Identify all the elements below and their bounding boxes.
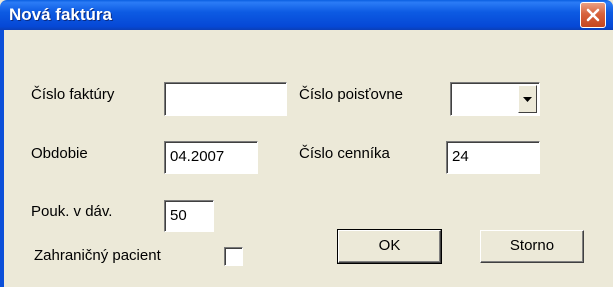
invoice-number-field[interactable]	[164, 82, 287, 116]
insurer-number-label: Číslo poisťovne	[299, 86, 404, 103]
title-bar[interactable]: Nová faktúra	[0, 0, 613, 30]
close-icon	[586, 8, 600, 22]
window-title: Nová faktúra	[9, 5, 112, 24]
cancel-button[interactable]: Storno	[480, 230, 584, 263]
window-frame-left	[0, 30, 4, 287]
price-list-number-label: Číslo cenníka	[299, 145, 390, 162]
foreign-patient-label: Zahraničný pacient	[34, 247, 161, 264]
dropdown-button[interactable]	[518, 85, 537, 113]
close-button[interactable]	[580, 2, 606, 28]
insurer-number-select[interactable]	[450, 82, 540, 116]
chevron-down-icon	[523, 97, 532, 102]
price-list-number-field[interactable]: 24	[446, 141, 540, 174]
period-field[interactable]: 04.2007	[164, 141, 258, 174]
vouchers-in-batch-field[interactable]: 50	[164, 200, 214, 232]
foreign-patient-checkbox[interactable]	[224, 247, 243, 266]
ok-button[interactable]: OK	[337, 229, 442, 264]
new-invoice-dialog: Nová faktúra Číslo faktúry Číslo poisťov…	[0, 0, 613, 287]
period-label: Obdobie	[31, 145, 88, 162]
invoice-number-label: Číslo faktúry	[31, 86, 115, 103]
vouchers-in-batch-label: Pouk. v dáv.	[31, 203, 113, 220]
